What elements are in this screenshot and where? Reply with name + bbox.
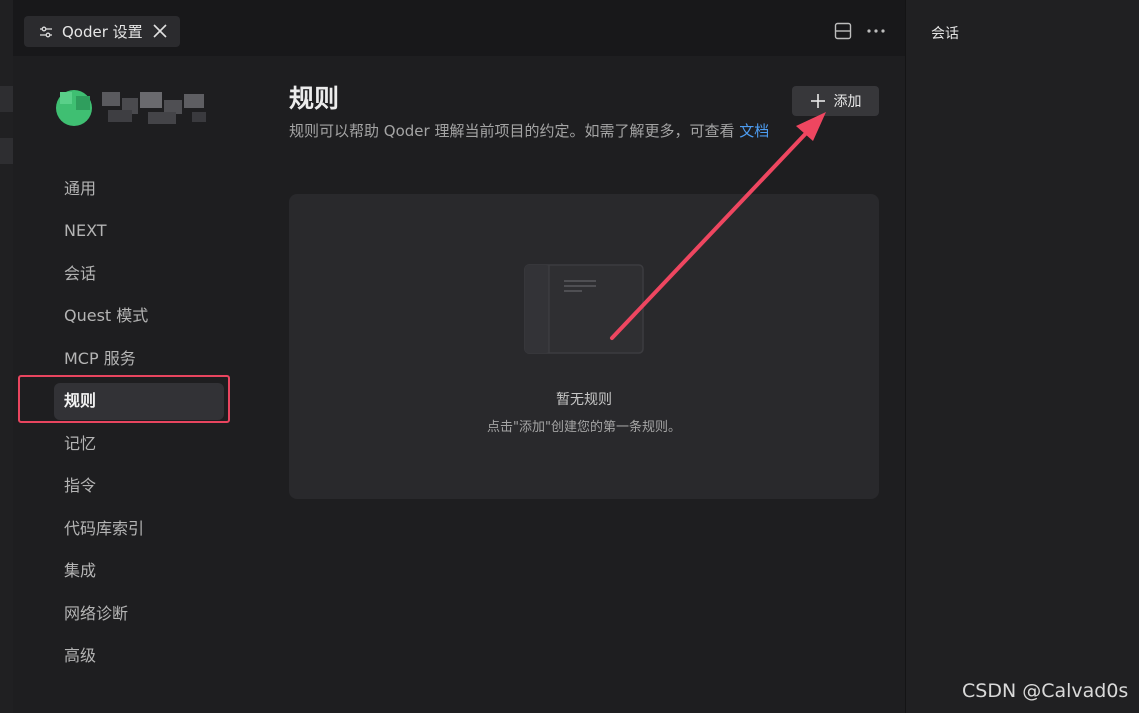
annotation-box — [18, 375, 230, 423]
watermark: CSDN @Calvad0s — [962, 680, 1129, 702]
chat-panel-title: 会话 — [931, 26, 959, 42]
sidebar-item-integrations[interactable]: 集成 — [64, 561, 96, 581]
empty-state-card: 暂无规则 点击"添加"创建您的第一条规则。 — [289, 194, 879, 499]
edge-marker — [0, 138, 13, 164]
sidebar-item-next[interactable]: NEXT — [64, 221, 107, 241]
add-button-label: 添加 — [833, 94, 862, 110]
description-text: 规则可以帮助 Qoder 理解当前项目的约定。如需了解更多，可查看 — [289, 122, 740, 140]
tab-title: Qoder 设置 — [62, 23, 143, 41]
close-icon[interactable] — [150, 21, 170, 41]
page-title: 规则 — [289, 84, 340, 113]
edge-marker — [0, 86, 13, 112]
plus-icon — [810, 94, 825, 108]
sidebar-item-chat[interactable]: 会话 — [64, 264, 96, 284]
sidebar-item-advanced[interactable]: 高级 — [64, 646, 96, 666]
sidebar-item-rules[interactable]: 规则 — [64, 391, 96, 411]
sidebar-item-network-diagnostics[interactable]: 网络诊断 — [64, 604, 128, 624]
avatar — [56, 90, 206, 126]
sidebar-item-memory[interactable]: 记忆 — [64, 434, 96, 454]
sidebar-item-mcp[interactable]: MCP 服务 — [64, 349, 136, 369]
empty-state-title: 暂无规则 — [556, 392, 612, 408]
add-rule-button[interactable]: 添加 — [792, 86, 879, 116]
more-icon[interactable] — [866, 22, 886, 40]
empty-document-icon — [524, 264, 644, 354]
docs-link[interactable]: 文档 — [739, 122, 769, 140]
sidebar-item-codebase-index[interactable]: 代码库索引 — [64, 519, 144, 539]
chat-panel: 会话 — [905, 0, 1139, 713]
sidebar-item-commands[interactable]: 指令 — [64, 476, 96, 496]
sliders-icon — [40, 26, 52, 37]
split-layout-icon[interactable] — [834, 22, 852, 40]
sidebar-item-general[interactable]: 通用 — [64, 179, 96, 199]
page-description: 规则可以帮助 Qoder 理解当前项目的约定。如需了解更多，可查看 文档 — [289, 120, 799, 142]
sidebar-item-quest-mode[interactable]: Quest 模式 — [64, 306, 148, 326]
left-edge-strip — [0, 0, 13, 713]
empty-state-hint: 点击"添加"创建您的第一条规则。 — [487, 420, 681, 435]
tab-qoder-settings[interactable]: Qoder 设置 — [24, 16, 180, 47]
